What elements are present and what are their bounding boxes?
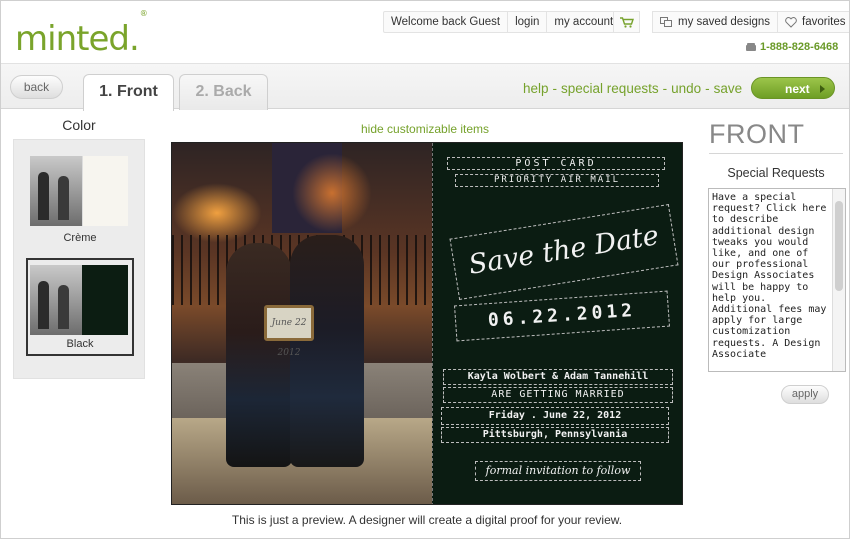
- preview-note: This is just a preview. A designer will …: [231, 513, 623, 527]
- color-options-panel: Crème Black: [13, 139, 145, 379]
- special-requests-heading: Special Requests: [727, 166, 825, 180]
- event-location-text[interactable]: Pittsburgh, Pennsylvania: [441, 427, 669, 443]
- action-separator: -: [552, 81, 558, 96]
- hide-customizable-link[interactable]: hide customizable items: [361, 122, 489, 136]
- event-date-text[interactable]: 06.22.2012: [454, 290, 670, 342]
- phone-icon: [746, 43, 756, 51]
- color-option-creme[interactable]: [30, 156, 128, 226]
- next-label: next: [785, 82, 810, 96]
- color-label-creme: Crème: [63, 232, 97, 244]
- event-day-text[interactable]: Friday . June 22, 2012: [441, 407, 669, 425]
- action-separator: -: [705, 81, 710, 96]
- color-label-black: Black: [66, 338, 94, 350]
- undo-link[interactable]: undo: [671, 81, 701, 96]
- saved-nav: my saved designs favorites: [652, 11, 849, 33]
- card-design-area: POST CARD PRIORITY AIR MAIL Save the Dat…: [432, 143, 682, 504]
- getting-married-text[interactable]: ARE GETTING MARRIED: [443, 387, 673, 403]
- swatch-card-black: [82, 265, 128, 335]
- login-link[interactable]: login: [508, 12, 548, 32]
- minted-logo[interactable]: minted.®: [15, 9, 148, 59]
- help-link[interactable]: help: [523, 81, 549, 96]
- back-button[interactable]: back: [10, 75, 63, 99]
- couple-names-text[interactable]: Kayla Wolbert & Adam Tannehill: [443, 369, 673, 385]
- special-requests-link[interactable]: special requests: [561, 81, 659, 96]
- phone-number: 1-888-828-6468: [745, 41, 838, 53]
- photo-light: [172, 183, 262, 243]
- side-divider: [709, 153, 843, 154]
- chalkboard-sign: June 22 2012: [264, 305, 314, 358]
- cart-button[interactable]: [613, 11, 640, 33]
- saved-designs-icon: [660, 16, 672, 27]
- color-option-black[interactable]: [30, 265, 128, 335]
- editor-toolbar: back 1. Front 2. Back help - special req…: [1, 63, 849, 111]
- saved-designs-link[interactable]: my saved designs: [653, 12, 779, 32]
- favorites-label: favorites: [802, 16, 846, 28]
- phone-text: 1-888-828-6468: [760, 41, 839, 53]
- swatch-photo: [30, 265, 82, 335]
- special-requests-scrollbar[interactable]: [832, 189, 845, 371]
- couple-photo: June 22 2012: [172, 143, 432, 504]
- site-header: minted.® Welcome back Guest login my acc…: [1, 1, 849, 63]
- side-title: FRONT: [709, 119, 805, 149]
- save-link[interactable]: save: [714, 81, 743, 96]
- swatch-card-creme: [82, 156, 128, 226]
- saved-designs-label: my saved designs: [678, 16, 771, 28]
- apply-button[interactable]: apply: [781, 385, 829, 404]
- arrow-right-icon: [820, 85, 825, 93]
- action-separator: -: [662, 81, 668, 96]
- card-preview: June 22 2012 POST CARD PRIORITY AIR MAIL…: [171, 142, 683, 505]
- color-heading: Color: [62, 117, 96, 133]
- welcome-text: Welcome back Guest: [384, 12, 509, 32]
- my-account-link[interactable]: my account: [547, 12, 620, 32]
- photo-light: [292, 153, 372, 233]
- air-mail-text[interactable]: PRIORITY AIR MAIL: [455, 174, 659, 187]
- save-the-date-text[interactable]: Save the Date: [449, 204, 679, 300]
- tab-front[interactable]: 1. Front: [83, 74, 174, 111]
- special-requests-input[interactable]: Have a special request? Click here to de…: [708, 188, 846, 372]
- tab-back[interactable]: 2. Back: [179, 74, 268, 110]
- editor-window: minted.® Welcome back Guest login my acc…: [0, 0, 850, 539]
- account-nav: Welcome back Guest login my account: [383, 11, 622, 33]
- toolbar-actions: help - special requests - undo - save: [523, 81, 742, 96]
- photo-man: [290, 235, 364, 467]
- next-button[interactable]: next: [751, 77, 835, 99]
- cart-icon: [619, 16, 634, 28]
- scrollbar-thumb[interactable]: [835, 201, 843, 291]
- swatch-photo: [30, 156, 82, 226]
- favorites-link[interactable]: favorites: [778, 12, 849, 32]
- formal-invitation-text[interactable]: formal invitation to follow: [475, 461, 641, 481]
- heart-icon: [785, 16, 797, 28]
- postcard-text[interactable]: POST CARD: [447, 157, 665, 170]
